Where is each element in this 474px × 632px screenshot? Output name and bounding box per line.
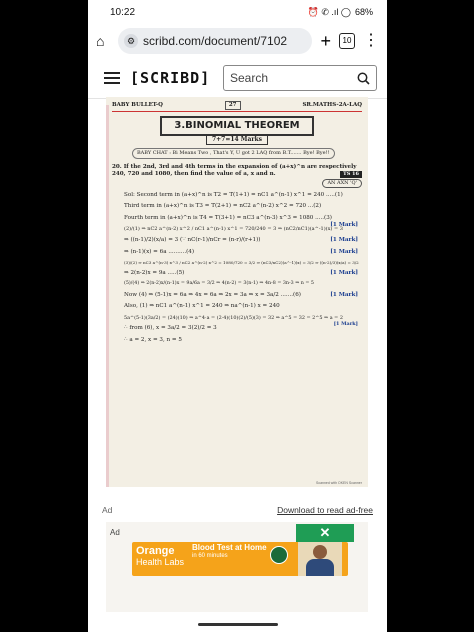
ad-small-label: Ad: [110, 528, 120, 537]
question: 20. If the 2nd, 3rd and 4th terms in the…: [112, 164, 362, 179]
search-input[interactable]: Search: [223, 65, 377, 91]
question-number: 20.: [112, 163, 122, 170]
mark-label: [1 Mark]: [333, 321, 358, 328]
solution-line: ∴ a = 2, x = 3, n = 5: [124, 336, 182, 343]
new-tab-icon[interactable]: +: [320, 32, 331, 50]
close-ad-button[interactable]: ✕: [296, 524, 354, 542]
battery-level: 68%: [354, 7, 373, 17]
chapter-title: 3.BINOMIAL THEOREM: [160, 116, 314, 136]
solution-line: ∴ from (6), x = 3a/2 = 3(2)/2 = 3: [124, 325, 217, 332]
search-placeholder: Search: [230, 71, 269, 85]
an-axn-tag: AN AXN 'Q': [322, 178, 362, 188]
system-icons: ⏰ ✆ .ıl ◯: [307, 6, 351, 17]
marks-label: 7+7=14 Marks: [206, 135, 268, 146]
ad-label: Ad: [102, 505, 113, 515]
solution-line: (5)/(4) ⇒ 2(n-2)x/(n-1)x = 9a/6a = 3/2 ⇒…: [124, 281, 314, 287]
overflow-menu-icon[interactable]: ⋮: [363, 33, 379, 49]
search-icon[interactable]: [357, 72, 370, 85]
baby-chat: BABY CHAT : Bi Means Two , That's Y, U g…: [132, 148, 335, 159]
home-icon[interactable]: ⌂: [96, 34, 110, 48]
orange-health-banner[interactable]: Orange Health Labs Blood Test at Home in…: [132, 542, 348, 576]
phone-screen: 10:22 ⏰ ✆ .ıl ◯ 68% ⌂ ⚙ scribd.com/docum…: [88, 0, 387, 632]
browser-toolbar: ⌂ ⚙ scribd.com/document/7102 + 10 ⋮: [88, 24, 387, 58]
hamburger-menu-icon[interactable]: [104, 72, 120, 84]
clock: 10:22: [110, 6, 136, 18]
url-text: scribd.com/document/7102: [143, 34, 288, 48]
header-right: SR.MATHS-2A-LAQ: [302, 102, 362, 108]
address-bar[interactable]: ⚙ scribd.com/document/7102: [118, 28, 313, 54]
mark-label: [1 Mark]: [330, 248, 358, 255]
solution-line: (2)/(1) ⇒ nC2 a^(n-2) x^2 / nC1 a^(n-1) …: [124, 226, 343, 233]
mark-label: [1 Mark]: [330, 237, 358, 243]
solution-line: Fourth term in (a+x)^n is T4 = T(3+1) = …: [124, 214, 358, 229]
download-ad-free-link[interactable]: Download to read ad-free: [277, 505, 373, 515]
solution-line: ⇒ ((n-1)/2)(x/a) = 3 (∵ nC(r-1)/nCr = (n…: [124, 237, 358, 243]
solution-line: Now (4) ⇒ (5-1)x = 6a ⇒ 4x = 6a ⇒ 2x = 3…: [124, 291, 358, 298]
header-left: BABY BULLET-Q: [112, 102, 163, 108]
status-icons: ⏰ ✆ .ıl ◯ 68%: [308, 7, 373, 18]
gesture-bar[interactable]: [198, 623, 278, 626]
solution-line: 5a^(5-1)(3a/2) = (24)(10) ⇒ a^4·a = (2·4…: [124, 314, 358, 328]
solution-line: Also, (1) ⇒ nC1 a^(n-1) x^1 = 240 ⇒ na^(…: [124, 303, 280, 310]
scribd-header: [SCRIBD] Search: [88, 58, 387, 99]
status-bar: 10:22 ⏰ ✆ .ıl ◯ 68%: [88, 0, 387, 24]
solution-line: (3)/(2) ⇒ nC3 a^(n-3) x^3 / nC2 a^(n-2) …: [124, 260, 359, 266]
solution-line: ⇒ 2(n-2)x = 9a .....(5) [1 Mark]: [124, 269, 358, 276]
person-image: [298, 542, 342, 576]
scanner-watermark: Scanned with OKEN Scanner: [316, 481, 362, 485]
site-settings-icon[interactable]: ⚙: [124, 34, 138, 48]
scribd-logo[interactable]: [SCRIBD]: [130, 69, 210, 87]
mark-label: [1 Mark]: [330, 291, 358, 298]
tab-switcher-button[interactable]: 10: [339, 33, 355, 49]
brand-name: Orange Health Labs: [136, 545, 185, 568]
page-header: BABY BULLET-Q 27 SR.MATHS-2A-LAQ: [112, 101, 362, 113]
ad-banner[interactable]: Ad ✕ Orange Health Labs Blood Test at Ho…: [106, 522, 368, 612]
ad-row: Ad Download to read ad-free: [88, 502, 387, 518]
solution-line: Sol: Second term in (a+x)^n is T2 = T(1+…: [124, 191, 343, 198]
solution-line: ⇒ (n-1)(x) = 6a ..........(4) [1 Mark]: [124, 248, 358, 255]
promo-text: Blood Test at Home in 60 minutes: [192, 543, 267, 560]
document-page[interactable]: BABY BULLET-Q 27 SR.MATHS-2A-LAQ 3.BINOM…: [106, 97, 368, 487]
mark-label: [1 Mark]: [330, 269, 358, 276]
question-text: If the 2nd, 3rd and 4th terms in the exp…: [112, 163, 357, 178]
page-number: 27: [224, 101, 241, 111]
solution-line: Third term in (a+x)^n is T3 = T(2+1) = n…: [124, 203, 322, 210]
ts-tag: TS 16: [339, 171, 362, 179]
badge-icon: [270, 546, 288, 564]
